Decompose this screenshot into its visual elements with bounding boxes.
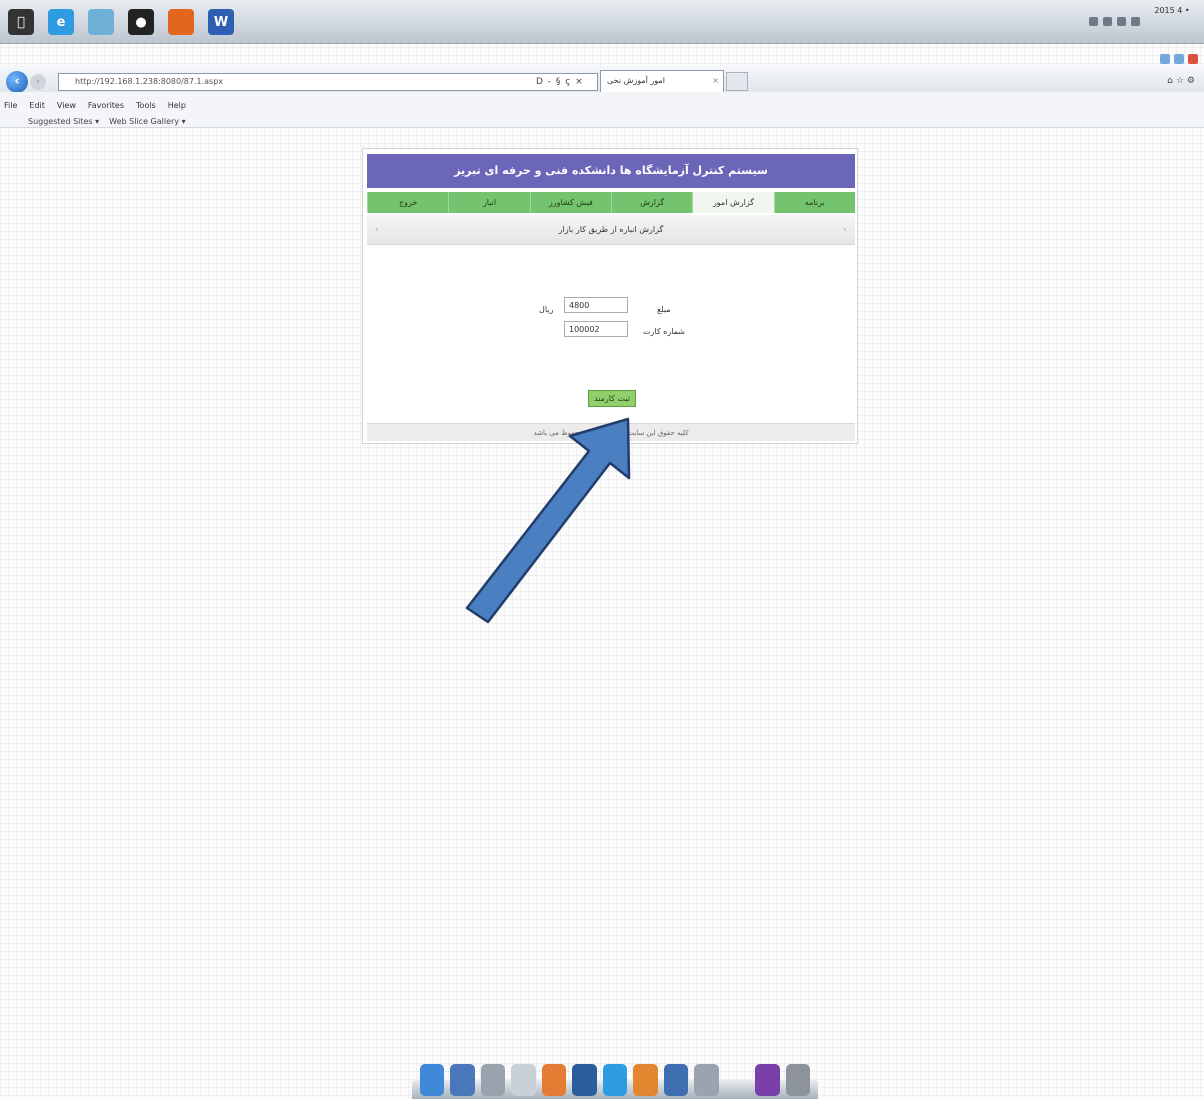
internet-explorer-icon[interactable]: e	[48, 9, 74, 35]
submit-button[interactable]: ثبت کارمند	[588, 390, 636, 407]
menu-view[interactable]: View	[57, 101, 76, 110]
folder-icon[interactable]	[88, 9, 114, 35]
web-page: سیستم کنترل آزمایشگاه ها دانشکده فنی و ح…	[362, 148, 858, 444]
calculator-icon[interactable]	[572, 1064, 597, 1096]
main-nav: برنامه گزارش امور گزارش فیش کشاورز انبار خروج	[367, 192, 855, 213]
currency-unit-label: ریال	[539, 305, 554, 314]
photo-booth-icon[interactable]	[755, 1064, 780, 1096]
browser-tab[interactable]: امور آموزش نخی ×	[600, 70, 724, 92]
new-tab-button[interactable]	[726, 72, 748, 91]
tray-icon[interactable]	[1103, 16, 1112, 26]
nav-item[interactable]: خروج	[367, 192, 448, 213]
card-number-label: شماره کارت	[643, 327, 686, 336]
maximize-icon[interactable]	[1174, 54, 1184, 64]
word-icon[interactable]: W	[208, 9, 234, 35]
nav-item[interactable]: برنامه	[773, 192, 855, 213]
finder-icon[interactable]	[450, 1064, 475, 1096]
card-number-input[interactable]	[564, 321, 628, 337]
media-player-icon[interactable]: ●	[128, 9, 154, 35]
forward-button[interactable]: ›	[30, 74, 46, 90]
page-footer: کلیه حقوق این سایت برای دانشکده محفوظ می…	[367, 423, 855, 441]
itunes-icon[interactable]	[602, 1064, 628, 1096]
trash-icon[interactable]	[785, 1064, 811, 1096]
window-controls	[1160, 54, 1198, 64]
amount-label: مبلغ	[657, 305, 671, 314]
favorites-bar: Suggested Sites ▾ Web Slice Gallery ▾	[28, 117, 186, 126]
display-icon[interactable]	[663, 1064, 689, 1096]
section-title: گزارش انباره از طریق کار بازار	[558, 225, 664, 234]
chevron-right-icon[interactable]: ›	[843, 215, 847, 245]
menu-file[interactable]: File	[4, 101, 17, 110]
close-tab-icon[interactable]: ×	[712, 71, 719, 91]
favorites-item[interactable]: Web Slice Gallery ▾	[109, 117, 185, 126]
chevron-left-icon[interactable]: ‹	[375, 215, 379, 245]
tab-title: امور آموزش نخی	[607, 76, 665, 85]
clock[interactable]: 2015 4 •	[1146, 6, 1198, 16]
menu-tools[interactable]: Tools	[136, 101, 156, 110]
address-controls[interactable]: D - § ç ×	[536, 73, 598, 91]
volume-icon[interactable]	[1131, 16, 1140, 26]
pencil-icon[interactable]	[511, 1064, 536, 1096]
minimize-icon[interactable]	[1160, 54, 1170, 64]
preview-icon[interactable]	[694, 1064, 719, 1096]
menu-list: File Edit View Favorites Tools Help	[4, 101, 186, 110]
apple-icon[interactable]: 	[8, 9, 34, 35]
nav-item[interactable]: گزارش	[611, 192, 692, 213]
notes-icon[interactable]	[480, 1064, 506, 1096]
menu-help[interactable]: Help	[168, 101, 186, 110]
app-store-icon[interactable]	[541, 1064, 567, 1096]
dock	[420, 1056, 811, 1096]
tray-icon[interactable]	[1089, 16, 1098, 26]
firefox-icon[interactable]	[168, 9, 194, 35]
safari-icon[interactable]	[420, 1064, 445, 1096]
taskbar:  e ● W 2015 4 •	[0, 0, 1204, 44]
site-header: سیستم کنترل آزمایشگاه ها دانشکده فنی و ح…	[367, 154, 855, 188]
close-icon[interactable]	[1188, 54, 1198, 64]
nav-item[interactable]: گزارش امور	[692, 192, 774, 213]
menu-edit[interactable]: Edit	[29, 101, 45, 110]
toolbar-icons[interactable]: ⌂☆⚙	[1167, 76, 1198, 86]
nav-item[interactable]: فیش کشاورز	[529, 192, 611, 213]
section-header: ‹ گزارش انباره از طریق کار بازار ›	[367, 215, 855, 245]
amount-input[interactable]	[564, 297, 628, 313]
favorites-item[interactable]: Suggested Sites ▾	[28, 117, 99, 126]
tray-icon[interactable]	[1117, 16, 1126, 26]
menu-favorites[interactable]: Favorites	[88, 101, 124, 110]
address-input[interactable]: http://192.168.1.238:8080/87.1.aspx	[58, 73, 598, 91]
upload-icon[interactable]	[633, 1064, 658, 1096]
system-tray[interactable]	[1089, 13, 1140, 29]
back-button[interactable]: ‹	[6, 71, 28, 93]
nav-item[interactable]: انبار	[448, 192, 529, 213]
arrow-shape	[465, 417, 631, 624]
